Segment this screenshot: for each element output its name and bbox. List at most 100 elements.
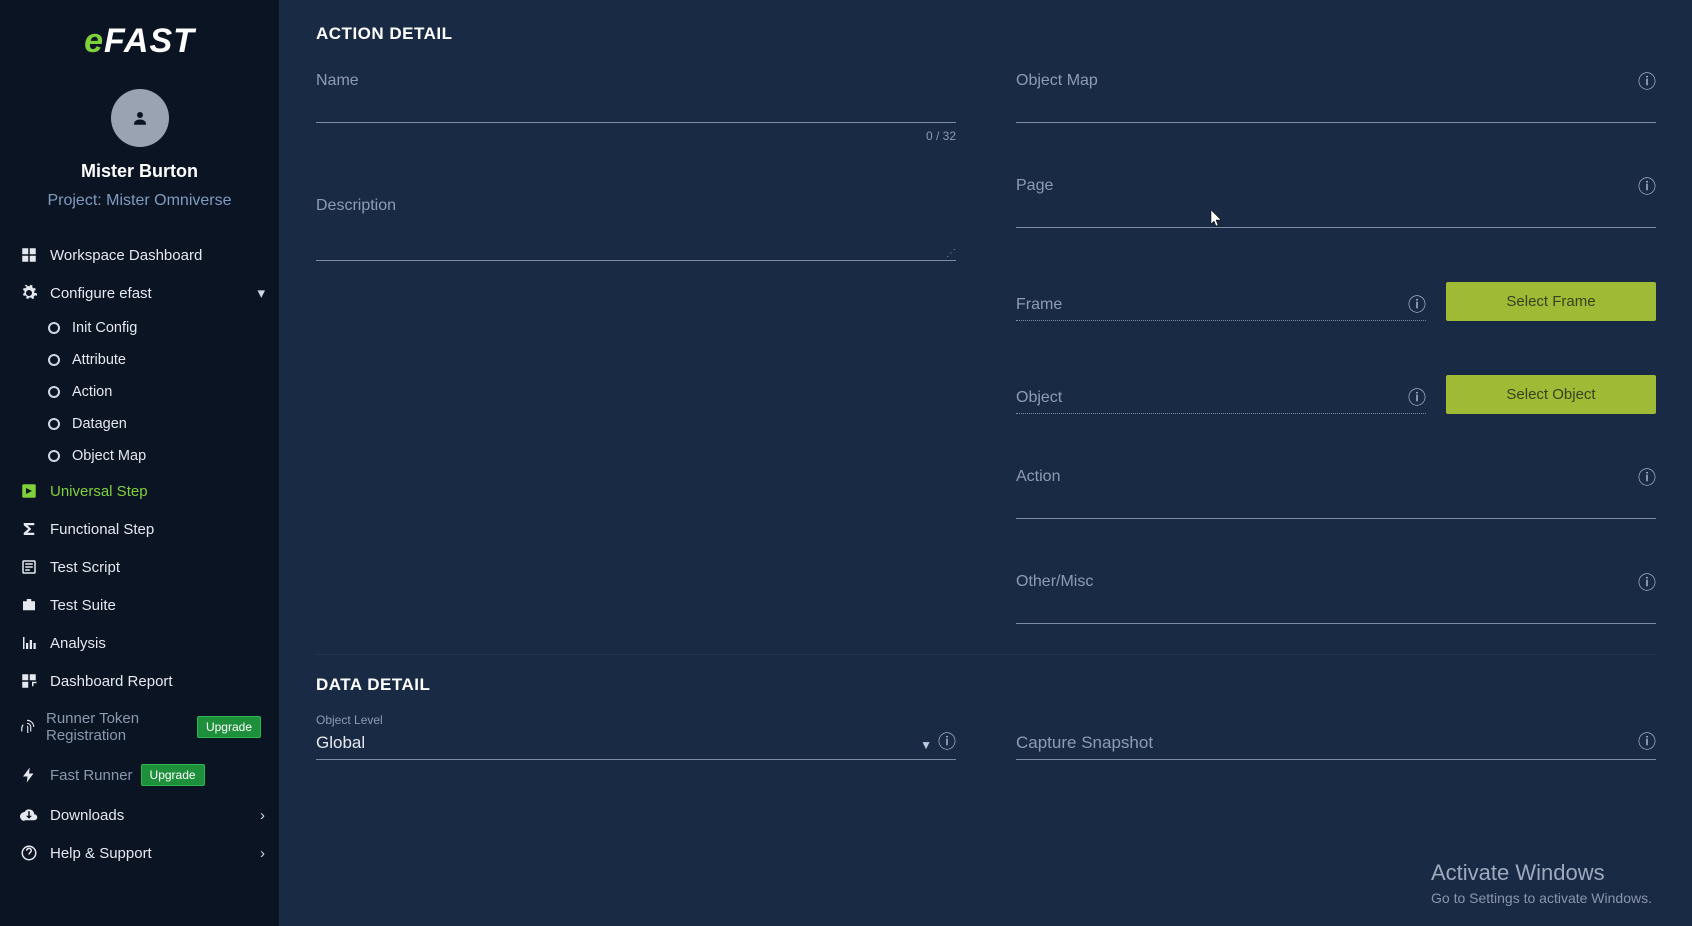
sidebar-item-label: Action: [72, 384, 112, 400]
sidebar: eFAST Mister Burton Project: Mister Omni…: [0, 0, 280, 926]
logo-fast: FAST: [104, 22, 195, 60]
script-icon: [18, 558, 40, 576]
sidebar-item-runner-token[interactable]: Runner Token Registration Upgrade: [0, 700, 279, 754]
other-input[interactable]: [1016, 591, 1656, 617]
help-icon[interactable]: ⓘ: [1638, 569, 1656, 595]
sidebar-item-init-config[interactable]: Init Config: [30, 312, 279, 344]
upgrade-badge[interactable]: Upgrade: [141, 764, 205, 786]
dashboard-icon: [18, 246, 40, 264]
underline-dotted: [1016, 320, 1426, 321]
bullet-icon: [48, 450, 60, 462]
other-field: Other/Misc ⓘ: [1016, 573, 1656, 624]
underline: [1016, 759, 1656, 760]
button-label: Select Frame: [1506, 293, 1595, 310]
action-input[interactable]: [1016, 486, 1656, 512]
project-name: Project: Mister Omniverse: [0, 192, 279, 210]
button-label: Select Object: [1506, 386, 1595, 403]
action-field: Action ⓘ: [1016, 468, 1656, 519]
sidebar-item-workspace-dashboard[interactable]: Workspace Dashboard: [0, 236, 279, 274]
chevron-right-icon: ›: [260, 807, 265, 824]
sidebar-item-label: Help & Support: [50, 845, 152, 862]
fingerprint-icon: [18, 718, 36, 736]
chevron-down-icon: ▾: [257, 284, 265, 302]
underline-dotted: [1016, 413, 1426, 414]
sidebar-item-label: Configure efast: [50, 285, 152, 302]
sidebar-item-dashboard-report[interactable]: Dashboard Report: [0, 662, 279, 700]
name-input[interactable]: [316, 90, 956, 116]
sidebar-item-configure-efast[interactable]: Configure efast ▾: [0, 274, 279, 312]
sidebar-item-downloads[interactable]: Downloads ›: [0, 796, 279, 834]
object-map-input[interactable]: [1016, 90, 1656, 116]
dropdown-arrow-icon: ▼: [920, 738, 932, 752]
logo-e: e: [84, 22, 104, 60]
sidebar-item-attribute[interactable]: Attribute: [30, 344, 279, 376]
select-value: Global: [316, 733, 956, 753]
user-name: Mister Burton: [0, 161, 279, 182]
frame-field: Frame ⓘ Select Frame: [1016, 282, 1656, 321]
sidebar-item-label: Universal Step: [50, 483, 148, 500]
sidebar-item-object-map[interactable]: Object Map: [30, 440, 279, 472]
page-input[interactable]: [1016, 195, 1656, 221]
resize-handle-icon[interactable]: ⋰: [946, 248, 956, 258]
bullet-icon: [48, 322, 60, 334]
section-title-data-detail: DATA DETAIL: [316, 675, 1656, 695]
windows-activation-watermark: Activate Windows Go to Settings to activ…: [1431, 860, 1652, 906]
help-icon[interactable]: ⓘ: [938, 728, 956, 754]
help-icon[interactable]: ⓘ: [1408, 384, 1426, 410]
sidebar-item-datagen[interactable]: Datagen: [30, 408, 279, 440]
sidebar-item-test-script[interactable]: Test Script: [0, 548, 279, 586]
help-icon[interactable]: ⓘ: [1408, 291, 1426, 317]
underline: [1016, 122, 1656, 123]
help-icon[interactable]: ⓘ: [1638, 68, 1656, 94]
right-column: Object Map ⓘ Page ⓘ Frame: [1016, 72, 1656, 654]
select-frame-button[interactable]: Select Frame: [1446, 282, 1656, 321]
sidebar-item-universal-step[interactable]: Universal Step: [0, 472, 279, 510]
help-icon[interactable]: ⓘ: [1638, 728, 1656, 754]
underline: [1016, 518, 1656, 519]
name-counter: 0 / 32: [316, 129, 956, 143]
step-icon: [18, 482, 40, 500]
help-icon[interactable]: ⓘ: [1638, 464, 1656, 490]
select-label: Object Level: [316, 713, 956, 727]
sidebar-item-label: Attribute: [72, 352, 126, 368]
gear-icon: [18, 284, 40, 302]
field-label: Name: [316, 72, 956, 90]
bullet-icon: [48, 418, 60, 430]
avatar[interactable]: [111, 89, 169, 147]
sidebar-item-action[interactable]: Action: [30, 376, 279, 408]
bolt-icon: [18, 766, 40, 784]
sidebar-item-functional-step[interactable]: Functional Step: [0, 510, 279, 548]
user-icon: [131, 109, 149, 127]
data-detail-panel: DATA DETAIL Object Level Global ▼ ⓘ Capt…: [280, 655, 1692, 760]
download-icon: [18, 806, 40, 824]
underline: [1016, 227, 1656, 228]
field-label: Page: [1016, 177, 1656, 195]
description-field: Description ⋰: [316, 197, 956, 266]
form-grid: Name 0 / 32 Description ⋰ Object Map: [316, 72, 1656, 654]
field-label: Description: [316, 197, 956, 215]
sidebar-item-label: Fast Runner: [50, 767, 133, 784]
help-icon[interactable]: ⓘ: [1638, 173, 1656, 199]
object-level-select[interactable]: Object Level Global ▼ ⓘ: [316, 713, 956, 760]
description-input[interactable]: [316, 215, 956, 261]
sidebar-item-label: Downloads: [50, 807, 124, 824]
watermark-title: Activate Windows: [1431, 860, 1652, 886]
sidebar-item-fast-runner[interactable]: Fast Runner Upgrade: [0, 754, 279, 796]
bullet-icon: [48, 354, 60, 366]
sidebar-item-help[interactable]: Help & Support ›: [0, 834, 279, 872]
select-object-button[interactable]: Select Object: [1446, 375, 1656, 414]
sidebar-item-label: Analysis: [50, 635, 106, 652]
sidebar-item-test-suite[interactable]: Test Suite: [0, 586, 279, 624]
sidebar-item-label: Dashboard Report: [50, 673, 173, 690]
capture-snapshot-field[interactable]: Capture Snapshot ⓘ: [1016, 713, 1656, 760]
sidebar-item-label: Init Config: [72, 320, 137, 336]
sidebar-item-analysis[interactable]: Analysis: [0, 624, 279, 662]
field-label: Frame: [1016, 296, 1426, 314]
select-label: [1016, 713, 1656, 727]
underline: [316, 759, 956, 760]
sidebar-item-label: Functional Step: [50, 521, 154, 538]
bullet-icon: [48, 386, 60, 398]
upgrade-badge[interactable]: Upgrade: [197, 716, 261, 738]
page-field: Page ⓘ: [1016, 177, 1656, 228]
field-label: Object Map: [1016, 72, 1656, 90]
